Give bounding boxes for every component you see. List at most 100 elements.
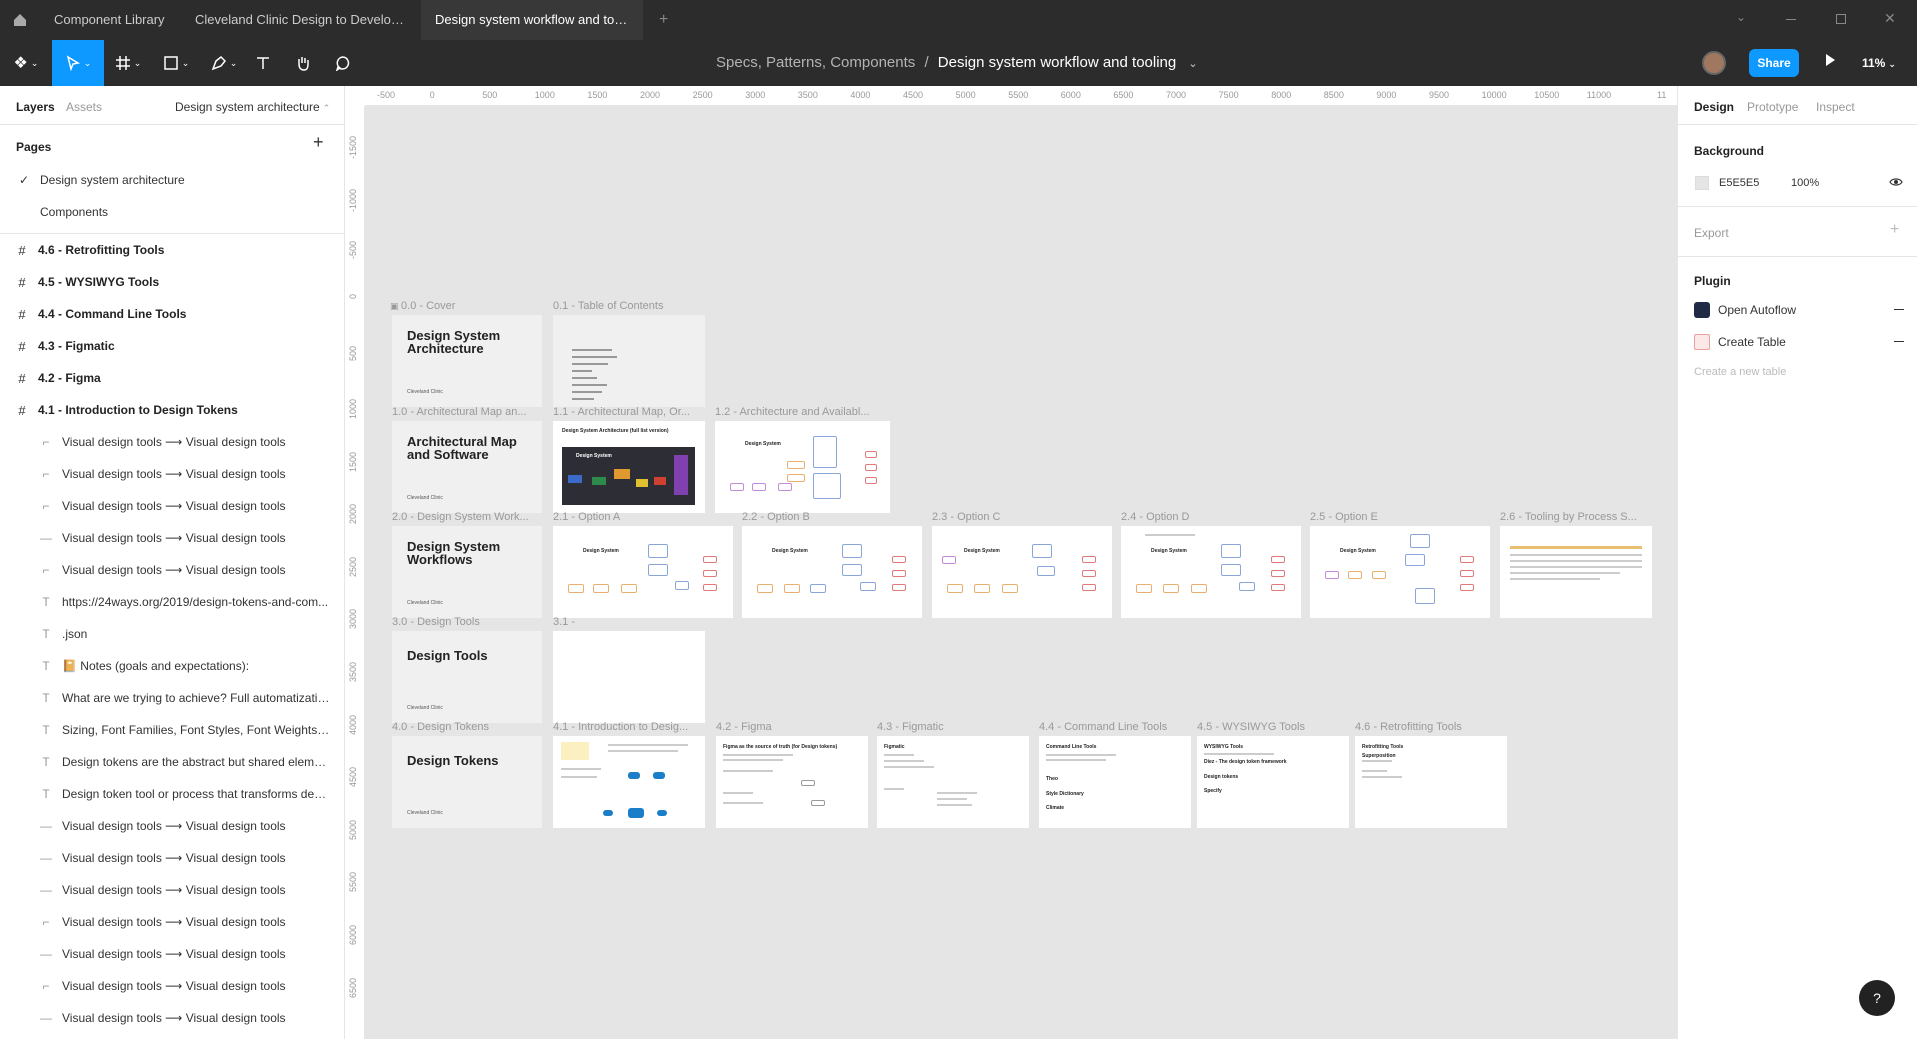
tab-cleveland-clinic[interactable]: Cleveland Clinic Design to Develop... (195, 0, 405, 40)
frame-label[interactable]: 2.2 - Option B (742, 511, 922, 523)
frame-label[interactable]: 2.4 - Option D (1121, 511, 1301, 523)
breadcrumb-project[interactable]: Specs, Patterns, Components (716, 54, 915, 71)
frame-label[interactable]: 1.2 - Architecture and Availabl... (715, 406, 890, 418)
frame-architecture-software[interactable]: Design System (715, 421, 890, 513)
remove-icon[interactable] (1894, 341, 1904, 342)
frame-label[interactable]: 1.0 - Architectural Map an... (392, 406, 542, 418)
frame-label[interactable]: 3.0 - Design Tools (392, 616, 542, 628)
layer-item[interactable]: — Visual design tools ⟶ Visual design too… (0, 1002, 344, 1034)
tab-design-system-workflow[interactable]: Design system workflow and tooling (421, 0, 643, 40)
move-tool-button[interactable]: ⌄ (52, 40, 104, 86)
layer-item[interactable]: — Visual design tools ⟶ Visual design too… (0, 938, 344, 970)
layer-item[interactable]: ⌐ Visual design tools ⟶ Visual design too… (0, 554, 344, 586)
frame-tooling-by-process[interactable] (1500, 526, 1652, 618)
shape-tool-button[interactable]: ⌄ (156, 40, 196, 86)
layer-item[interactable]: #4.3 - Figmatic (0, 330, 344, 362)
frame-command-line-tools[interactable]: Command Line Tools Theo Style Dictionary… (1039, 736, 1191, 828)
frame-option-d[interactable]: Design System (1121, 526, 1301, 618)
tab-inspect[interactable]: Inspect (1816, 100, 1855, 114)
layer-item[interactable]: — Visual design tools ⟶ Visual design too… (0, 842, 344, 874)
background-hex[interactable]: E5E5E5 (1719, 177, 1759, 189)
frame-label[interactable]: 2.0 - Design System Work... (392, 511, 542, 523)
layer-item[interactable]: — Visual design tools ⟶ Visual design too… (0, 874, 344, 906)
frame-option-e[interactable]: Design System (1310, 526, 1490, 618)
layer-item[interactable]: ⌐ Visual design tools ⟶ Visual design too… (0, 970, 344, 1002)
maximize-icon[interactable] (1836, 14, 1846, 24)
frame-figma[interactable]: Figma as the source of truth (for Design… (716, 736, 868, 828)
layer-item[interactable]: #4.5 - WYSIWYG Tools (0, 266, 344, 298)
tab-design[interactable]: Design (1694, 100, 1734, 114)
pen-tool-button[interactable]: ⌄ (204, 40, 244, 86)
frame-label[interactable]: 2.6 - Tooling by Process S... (1500, 511, 1652, 523)
background-swatch[interactable] (1695, 176, 1709, 190)
layer-item[interactable]: T Design token tool or process that trans… (0, 778, 344, 810)
remove-icon[interactable] (1894, 309, 1904, 310)
frame-label[interactable]: 2.1 - Option A (553, 511, 733, 523)
tab-component-library[interactable]: Component Library (54, 0, 204, 40)
frame-label[interactable]: 0.1 - Table of Contents (553, 300, 703, 312)
page-item-design-system-architecture[interactable]: ✓ Design system architecture (0, 164, 344, 196)
frame-label[interactable]: 4.1 - Introduction to Desig... (553, 721, 705, 733)
frame-design-tools-1[interactable] (553, 631, 705, 723)
frame-label[interactable]: 1.1 - Architectural Map, Or... (553, 406, 703, 418)
home-icon[interactable] (12, 12, 28, 28)
frame-design-tools[interactable]: Design Tools Cleveland Clinic (392, 631, 542, 723)
comment-tool-button[interactable] (330, 40, 356, 86)
chevron-down-icon[interactable]: ⌄ (1736, 10, 1746, 24)
frame-label[interactable]: 4.4 - Command Line Tools (1039, 721, 1191, 733)
main-menu-button[interactable]: ❖ ⌄ (0, 40, 52, 86)
layer-item[interactable]: Thttps://24ways.org/2019/design-tokens-a… (0, 586, 344, 618)
frame-workflows[interactable]: Design System Workflows Cleveland Clinic (392, 526, 542, 618)
layer-item[interactable]: ⌐ Visual design tools ⟶ Visual design too… (0, 490, 344, 522)
layer-item[interactable]: ⌐ Visual design tools ⟶ Visual design too… (0, 426, 344, 458)
tab-prototype[interactable]: Prototype (1747, 100, 1798, 114)
share-button[interactable]: Share (1749, 49, 1799, 77)
layer-item[interactable]: T Sizing, Font Families, Font Styles, Fon… (0, 714, 344, 746)
frame-label[interactable]: 3.1 - (553, 616, 703, 628)
plugin-create-table[interactable]: Create Table (1694, 332, 1904, 352)
play-icon[interactable] (1826, 54, 1835, 66)
layer-item[interactable]: #4.6 - Retrofitting Tools (0, 234, 344, 266)
frame-cover[interactable]: Design System Architecture Cleveland Cli… (392, 315, 542, 407)
background-opacity[interactable]: 100% (1791, 177, 1819, 189)
layer-item[interactable]: #4.2 - Figma (0, 362, 344, 394)
layer-item[interactable]: T What are we trying to achieve? Full aut… (0, 682, 344, 714)
frame-design-tokens[interactable]: Design Tokens Cleveland Clinic (392, 736, 542, 828)
page-selector[interactable]: Design system architecture ⌃ (175, 100, 330, 114)
layer-item[interactable]: T 📔 Notes (goals and expectations): (0, 650, 344, 682)
frame-label[interactable]: 4.3 - Figmatic (877, 721, 1029, 733)
avatar[interactable] (1702, 51, 1726, 75)
frame-table-of-contents[interactable] (553, 315, 705, 407)
layer-item[interactable]: #4.1 - Introduction to Design Tokens (0, 394, 344, 426)
frame-label[interactable]: ▣ 0.0 - Cover (390, 300, 535, 312)
layer-item[interactable]: ⌐ Visual design tools ⟶ Visual design too… (0, 906, 344, 938)
text-tool-button[interactable] (250, 40, 276, 86)
layer-item[interactable]: ⌐ Visual design tools ⟶ Visual design too… (0, 458, 344, 490)
frame-label[interactable]: 2.5 - Option E (1310, 511, 1490, 523)
frame-architectural-map-overview[interactable]: Design System Architecture (full list ve… (553, 421, 705, 513)
page-item-components[interactable]: Components (0, 196, 344, 228)
frame-wysiwyg-tools[interactable]: WYSIWYG Tools Diez - The design token fr… (1197, 736, 1349, 828)
minimize-icon[interactable] (1786, 19, 1796, 20)
frame-label[interactable]: 2.3 - Option C (932, 511, 1112, 523)
frame-option-c[interactable]: Design System (932, 526, 1112, 618)
file-name[interactable]: Design system workflow and tooling (938, 54, 1176, 71)
frame-label[interactable]: 4.2 - Figma (716, 721, 868, 733)
add-page-icon[interactable]: + (313, 132, 324, 153)
hand-tool-button[interactable] (290, 40, 316, 86)
layer-item[interactable]: #4.4 - Command Line Tools (0, 298, 344, 330)
frame-retrofitting-tools[interactable]: Retrofitting Tools Superposition (1355, 736, 1507, 828)
plugin-open-autoflow[interactable]: Open Autoflow (1694, 300, 1904, 320)
zoom-dropdown[interactable]: 11% ⌄ (1862, 40, 1896, 86)
help-button[interactable]: ? (1859, 980, 1895, 1016)
frame-label[interactable]: 4.6 - Retrofitting Tools (1355, 721, 1507, 733)
eye-icon[interactable] (1889, 175, 1903, 192)
new-tab-icon[interactable]: + (659, 11, 668, 29)
tab-assets[interactable]: Assets (66, 100, 102, 114)
layer-item[interactable]: — Visual design tools ⟶ Visual design too… (0, 522, 344, 554)
layer-item[interactable]: T .json (0, 618, 344, 650)
layer-item[interactable]: T Design tokens are the abstract but shar… (0, 746, 344, 778)
add-export-icon[interactable]: + (1890, 221, 1899, 239)
frame-tool-button[interactable]: ⌄ (108, 40, 148, 86)
chevron-down-icon[interactable]: ⌄ (1188, 58, 1197, 70)
